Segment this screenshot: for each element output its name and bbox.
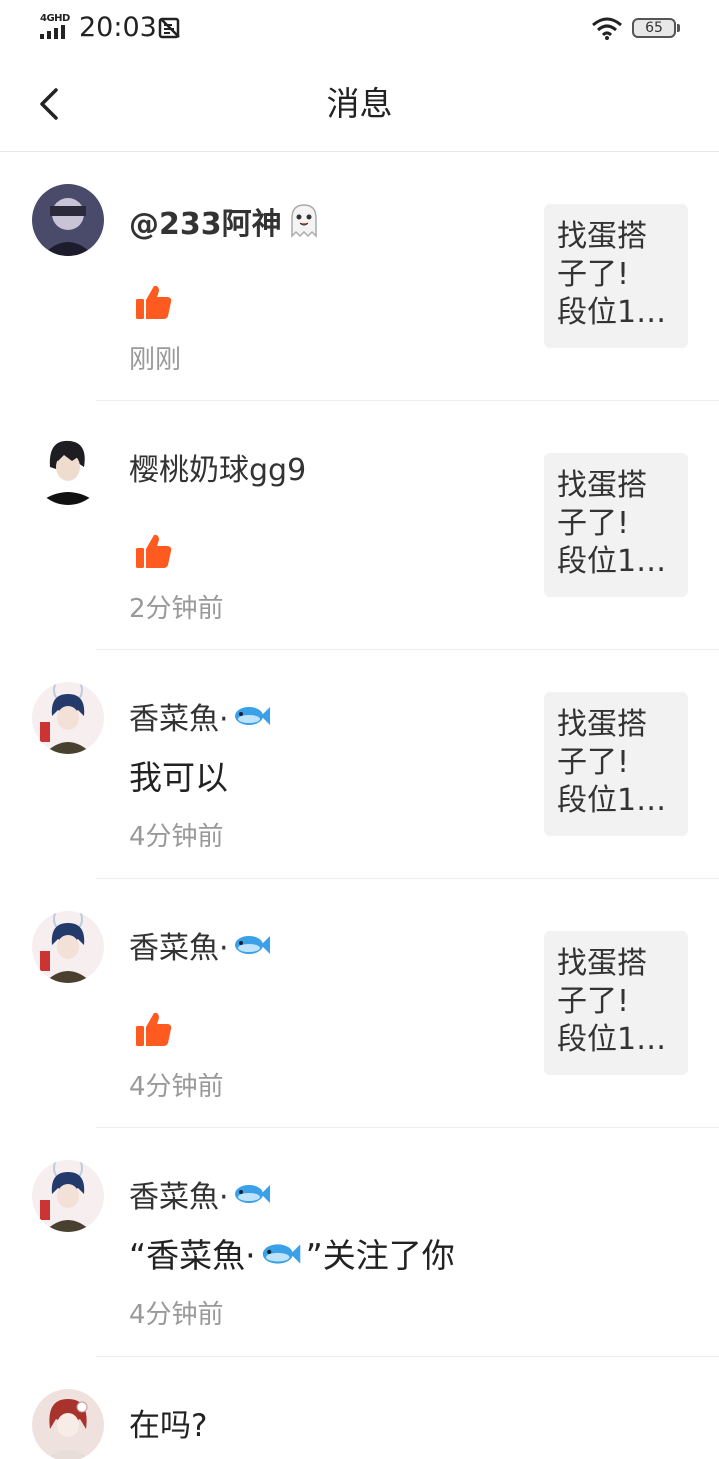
sender-name-text: 香菜魚· — [129, 931, 229, 966]
message-item[interactable]: 在吗? — [0, 1357, 719, 1459]
avatar[interactable] — [32, 682, 104, 754]
sender-name[interactable]: 樱桃奶球gg9 — [129, 451, 306, 491]
screenshot-icon — [158, 17, 180, 39]
avatar[interactable] — [32, 911, 104, 983]
nav-header: 消息 — [0, 56, 719, 152]
preview-line: 段位1… — [557, 1022, 667, 1057]
battery-level: 65 — [645, 20, 663, 36]
preview-line: 找蛋搭 — [557, 946, 647, 981]
post-preview[interactable]: 找蛋搭 子了! 段位1… — [544, 692, 688, 836]
status-bar: 4GHD 20:03 65 — [0, 0, 719, 56]
message-item[interactable]: 香菜魚· 4分钟前 找蛋搭 子了! 段位1… — [0, 879, 719, 1128]
signal-icon: 4GHD — [40, 13, 72, 39]
preview-line: 子了! — [557, 257, 630, 292]
sender-name[interactable]: @233阿神 — [129, 202, 322, 249]
preview-line: 子了! — [557, 984, 630, 1019]
preview-line: 找蛋搭 — [557, 219, 647, 254]
follow-text-prefix: “香菜魚· — [129, 1236, 256, 1275]
post-preview[interactable]: 找蛋搭 子了! 段位1… — [544, 931, 688, 1075]
like-thumb-icon — [136, 534, 172, 568]
sender-name-text: 香菜魚· — [129, 1180, 229, 1215]
preview-line: 找蛋搭 — [557, 707, 647, 742]
fish-emoji-icon — [233, 930, 271, 970]
preview-line: 子了! — [557, 506, 630, 541]
preview-line: 段位1… — [557, 783, 667, 818]
avatar[interactable] — [32, 433, 104, 505]
wifi-icon — [592, 17, 622, 40]
post-preview[interactable]: 找蛋搭 子了! 段位1… — [544, 453, 688, 597]
battery-icon: 65 — [632, 18, 680, 38]
post-preview[interactable]: 找蛋搭 子了! 段位1… — [544, 204, 688, 348]
message-time: 4分钟前 — [129, 1300, 224, 1330]
like-thumb-icon — [136, 285, 172, 319]
avatar[interactable] — [32, 1160, 104, 1232]
like-thumb-icon — [136, 1012, 172, 1046]
avatar[interactable] — [32, 1389, 104, 1459]
status-time: 20:03 — [79, 12, 157, 43]
fish-emoji-icon — [233, 1179, 271, 1219]
message-item[interactable]: 香菜魚· “香菜魚· ”关注了你 4分钟前 — [0, 1128, 719, 1357]
sender-name-text: 香菜魚· — [129, 702, 229, 737]
sender-name[interactable]: 香菜魚· — [129, 929, 271, 970]
page-title: 消息 — [326, 84, 393, 123]
follow-text-suffix: ”关注了你 — [305, 1236, 455, 1275]
sender-name[interactable]: 香菜魚· — [129, 1178, 271, 1219]
message-item[interactable]: @233阿神 刚刚 找蛋搭 子了! 段位1… — [0, 152, 719, 401]
message-time: 2分钟前 — [129, 594, 224, 624]
fish-emoji-icon — [233, 701, 271, 741]
message-time: 4分钟前 — [129, 1072, 224, 1102]
message-item[interactable]: 樱桃奶球gg9 2分钟前 找蛋搭 子了! 段位1… — [0, 401, 719, 650]
preview-line: 子了! — [557, 745, 630, 780]
preview-line: 找蛋搭 — [557, 468, 647, 503]
preview-line: 段位1… — [557, 544, 667, 579]
avatar[interactable] — [32, 184, 104, 256]
ghost-emoji-icon — [286, 202, 322, 249]
message-content: 我可以 — [129, 758, 228, 797]
message-time: 刚刚 — [129, 345, 182, 375]
message-time: 4分钟前 — [129, 822, 224, 852]
fish-emoji-icon — [260, 1236, 302, 1280]
preview-line: 段位1… — [557, 295, 667, 330]
network-type: 4GHD — [40, 13, 70, 24]
sender-name-text: @233阿神 — [129, 207, 282, 242]
message-content: “香菜魚· ”关注了你 — [129, 1234, 455, 1280]
sender-name[interactable]: 香菜魚· — [129, 700, 271, 741]
message-content: 在吗? — [129, 1408, 208, 1444]
message-item[interactable]: 香菜魚· 我可以 4分钟前 找蛋搭 子了! 段位1… — [0, 650, 719, 879]
